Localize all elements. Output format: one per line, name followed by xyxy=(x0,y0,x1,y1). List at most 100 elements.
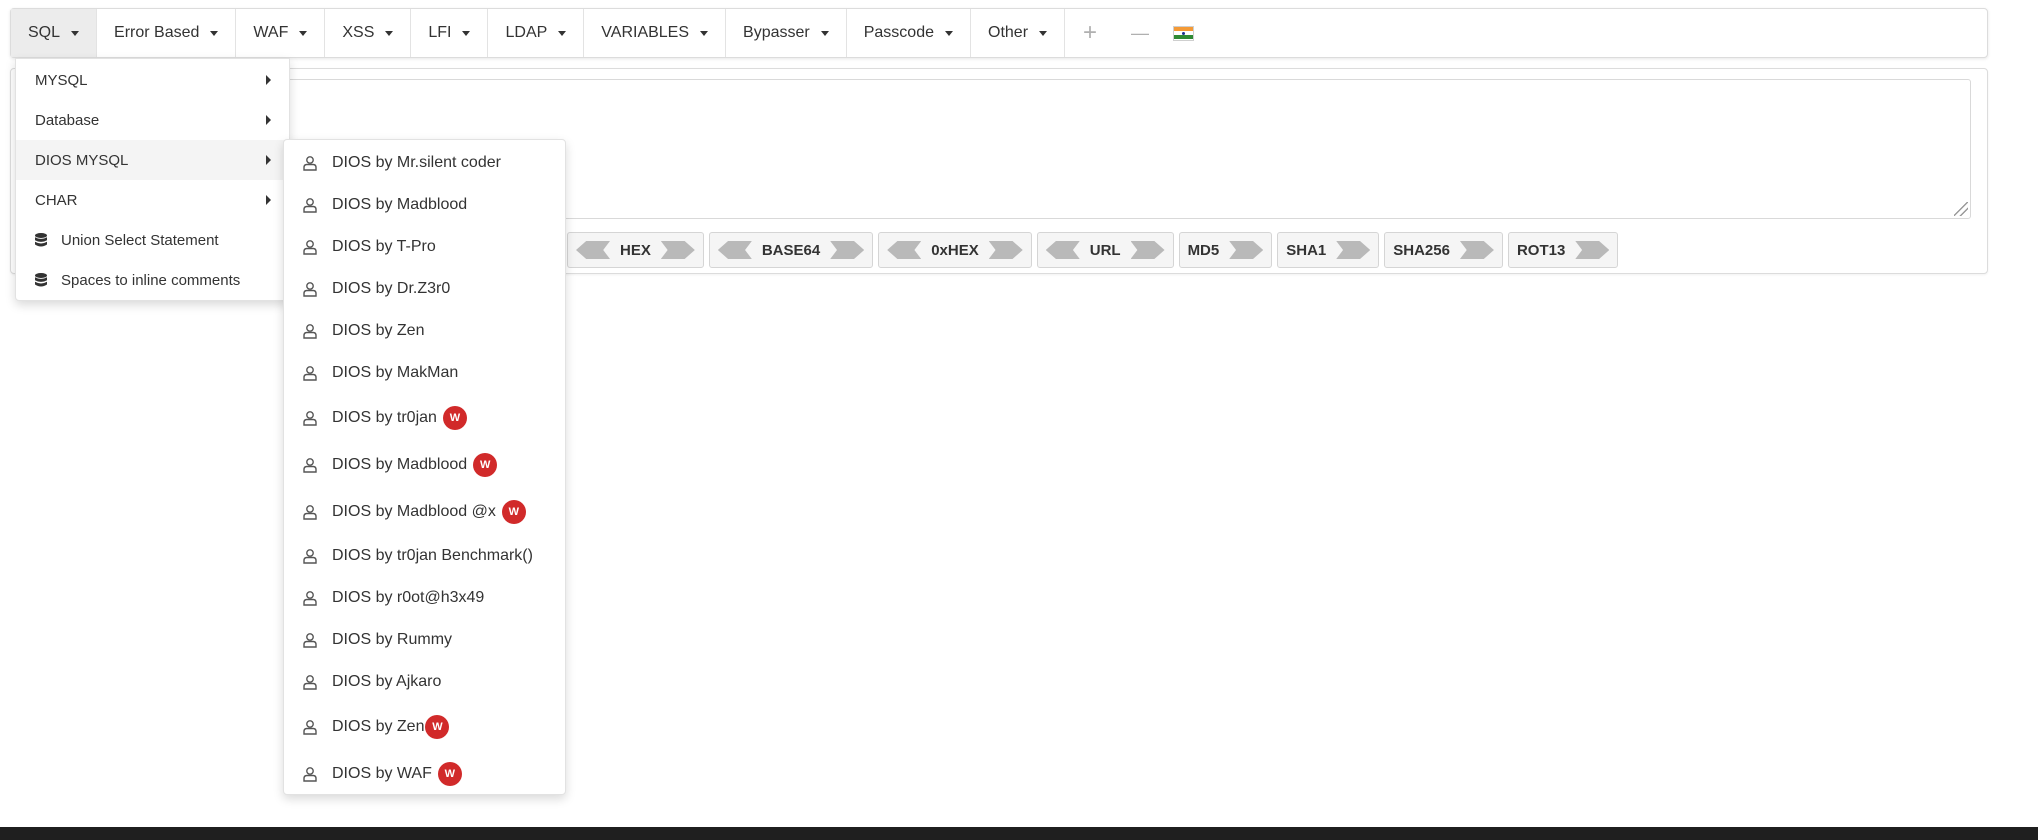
waf-badge: W xyxy=(437,761,462,786)
india-flag-icon[interactable] xyxy=(1173,25,1195,41)
nav-ldap[interactable]: LDAP xyxy=(488,9,585,57)
arrow-right-icon xyxy=(1130,241,1165,259)
dios-item[interactable]: DIOS by Dr.Z3r0 xyxy=(284,268,565,310)
nav-other[interactable]: Other xyxy=(971,9,1066,57)
caret-right-icon xyxy=(266,195,271,205)
user-icon xyxy=(303,766,317,782)
0xhex-button[interactable]: 0xHEX xyxy=(878,232,1032,268)
dios-item-label: DIOS by tr0jan Benchmark() xyxy=(332,547,533,564)
nav-label: WAF xyxy=(253,24,289,41)
dios-item[interactable]: DIOS by Mr.silent coder xyxy=(284,142,565,184)
dios-item[interactable]: DIOS by Madblood W xyxy=(284,441,565,488)
user-icon xyxy=(303,324,317,339)
menu-item-mysql[interactable]: MYSQL xyxy=(16,60,289,100)
menu-item-char[interactable]: CHAR xyxy=(16,180,289,220)
nav-label: Error Based xyxy=(114,24,200,41)
nav-sql[interactable]: SQL xyxy=(11,9,98,57)
dios-item[interactable]: DIOS by Rummy xyxy=(284,619,565,661)
dios-item-label: DIOS by Madblood xyxy=(332,455,468,473)
caret-down-icon xyxy=(820,30,829,36)
arrow-right-icon xyxy=(988,241,1023,259)
nav-waf[interactable]: WAF xyxy=(236,9,326,57)
caret-down-icon xyxy=(299,30,308,36)
menu-item-database[interactable]: Database xyxy=(16,100,289,140)
dios-item[interactable]: DIOS by Madblood xyxy=(284,184,565,226)
encoder-label: SHA256 xyxy=(1393,241,1450,259)
encoder-label: MD5 xyxy=(1187,241,1220,259)
arrow-right-icon xyxy=(830,241,865,259)
nav-passcode[interactable]: Passcode xyxy=(847,9,971,57)
menu-item-spaces-inline-comments[interactable]: Spaces to inline comments xyxy=(16,260,289,300)
caret-down-icon xyxy=(385,30,394,36)
plus-icon[interactable]: + xyxy=(1065,9,1115,57)
md5-button[interactable]: MD5 xyxy=(1178,232,1273,268)
dios-item[interactable]: DIOS by T-Pro xyxy=(284,226,565,268)
encoder-label: URL xyxy=(1089,241,1121,259)
caret-down-icon xyxy=(700,30,709,36)
encoder-label: HEX xyxy=(620,241,651,259)
url-button[interactable]: URL xyxy=(1036,232,1174,268)
menu-item-label: DIOS MYSQL xyxy=(35,151,129,169)
rot13-button[interactable]: ROT13 xyxy=(1507,232,1619,268)
nav-label: XSS xyxy=(342,24,375,41)
dios-item-label: DIOS by tr0jan xyxy=(332,408,437,426)
arrow-right-icon xyxy=(1459,241,1494,259)
dios-item-label: DIOS by Mr.silent coder xyxy=(332,154,501,171)
sha1-button[interactable]: SHA1 xyxy=(1277,232,1380,268)
dios-item-label: DIOS by r0ot@h3x49 xyxy=(332,589,485,606)
dios-item[interactable]: DIOS by Madblood @x W xyxy=(284,488,565,535)
arrow-right-icon xyxy=(1336,241,1371,259)
caret-right-icon xyxy=(266,155,271,165)
base64-button[interactable]: BASE64 xyxy=(708,232,874,268)
dios-item[interactable]: DIOS by r0ot@h3x49 xyxy=(284,577,565,619)
caret-right-icon xyxy=(266,115,271,125)
dios-item-label: DIOS by Zen xyxy=(332,322,425,339)
nav-label: SQL xyxy=(28,24,61,41)
arrow-right-icon xyxy=(1575,241,1610,259)
caret-right-icon xyxy=(266,75,271,85)
database-icon xyxy=(35,273,47,287)
dios-item-label: DIOS by T-Pro xyxy=(332,238,436,255)
dios-item-label: DIOS by Rummy xyxy=(332,631,453,648)
dios-item-label: DIOS by Ajkaro xyxy=(332,673,442,690)
user-icon xyxy=(303,240,317,255)
arrow-right-icon xyxy=(660,241,695,259)
menu-item-union-select[interactable]: Union Select Statement xyxy=(16,220,289,260)
user-icon xyxy=(303,282,317,297)
menu-item-dios-mysql[interactable]: DIOS MYSQL xyxy=(16,140,289,180)
nav-bypasser[interactable]: Bypasser xyxy=(726,9,847,57)
bottom-bar xyxy=(0,827,2038,840)
arrow-left-icon xyxy=(887,241,922,259)
nav-variables[interactable]: VARIABLES xyxy=(584,9,727,57)
nav-error-based[interactable]: Error Based xyxy=(97,9,237,57)
nav-label: Other xyxy=(988,24,1029,41)
user-icon xyxy=(303,549,317,564)
dios-item[interactable]: DIOS by tr0jan W xyxy=(284,394,565,441)
waf-badge: W xyxy=(442,405,467,430)
nav-label: VARIABLES xyxy=(601,24,690,41)
top-navbar: SQL Error Based WAF XSS LFI LDAP VARIABL… xyxy=(10,8,1988,58)
nav-xss[interactable]: XSS xyxy=(325,9,412,57)
menu-item-label: Database xyxy=(35,111,100,129)
caret-down-icon xyxy=(945,30,953,36)
hex-button[interactable]: HEX xyxy=(567,232,704,268)
sha256-button[interactable]: SHA256 xyxy=(1384,232,1503,268)
dios-item[interactable]: DIOS by Zen xyxy=(284,310,565,352)
encoder-label: ROT13 xyxy=(1516,241,1566,259)
dios-item[interactable]: DIOS by MakMan xyxy=(284,352,565,394)
dios-item[interactable]: DIOS by Ajkaro xyxy=(284,661,565,703)
nav-lfi[interactable]: LFI xyxy=(411,9,489,57)
dios-item[interactable]: DIOS by Zen W xyxy=(284,703,565,750)
database-icon xyxy=(35,233,47,247)
caret-down-icon xyxy=(462,30,471,36)
encoder-label: 0xHEX xyxy=(931,241,979,259)
dios-item-label: DIOS by Zen xyxy=(332,717,425,735)
dios-item[interactable]: DIOS by tr0jan Benchmark() xyxy=(284,535,565,577)
encoder-label: BASE64 xyxy=(761,241,821,259)
arrow-left-icon xyxy=(576,241,610,259)
dios-item[interactable]: DIOS by WAF W xyxy=(284,750,565,797)
resize-grip-icon[interactable] xyxy=(1954,202,1968,216)
minus-icon[interactable]: — xyxy=(1115,9,1165,57)
user-icon xyxy=(303,591,317,606)
menu-item-label: CHAR xyxy=(35,191,78,209)
